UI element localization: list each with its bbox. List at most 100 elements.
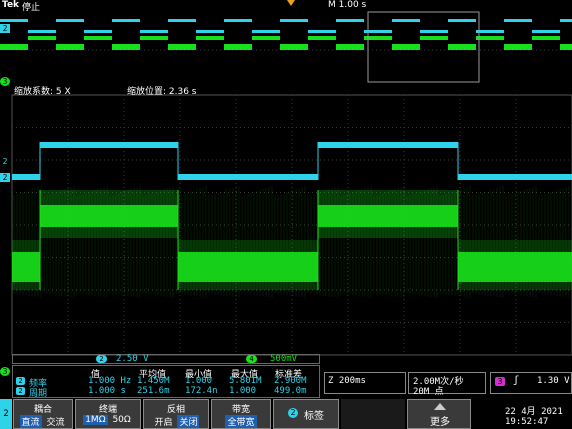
meas-row1-mean: 1.450M [137, 376, 170, 386]
time: 19:52:47 [505, 417, 549, 427]
ov-ch4-mid [196, 36, 224, 40]
meas-row2-min: 172.4n [185, 386, 218, 396]
ov-ch4-mid [308, 36, 336, 40]
ov-ch2-high [224, 19, 252, 22]
meas-row2-std: 499.0m [274, 386, 307, 396]
meas-row2-ch: 2 [16, 387, 25, 395]
zoom-time: Z 200ms [328, 376, 366, 386]
measurement-table[interactable]: 值 平均值 最小值 最大值 标准差 2 频率 1.000 Hz 1.450M 1… [12, 365, 320, 399]
ov-ch4-high [112, 44, 140, 50]
bottom-channel-tab[interactable]: 2 [0, 399, 12, 429]
ch2-overview-marker[interactable]: 2 [0, 24, 10, 33]
ov-ch4-high [280, 44, 308, 50]
horizontal-readout[interactable]: Z 200ms [324, 372, 406, 394]
acquisition-readout[interactable]: 2.00M次/秒 20M 点 [408, 372, 486, 397]
termination-title: 终端 [98, 405, 117, 415]
ov-ch2-low [420, 30, 448, 33]
coupling-ac[interactable]: 交流 [44, 415, 66, 428]
invert-off[interactable]: 关闭 [177, 415, 200, 428]
ov-ch4-mid [28, 36, 56, 40]
trigger-edge-icon: ʃ [513, 375, 520, 386]
channel-scale-bar: 2 2.50 V 4 500mV [12, 354, 320, 364]
meas-row1-max: 5.801M [229, 376, 262, 386]
ov-ch2-low [28, 30, 56, 33]
ov-ch2-high [560, 19, 572, 22]
ch2-segment [40, 142, 178, 148]
invert-button[interactable]: 反相 开启 关闭 [143, 399, 209, 429]
meas-row2-name: 周期 [29, 389, 48, 399]
ov-ch4-mid [476, 36, 504, 40]
ov-ch2-low [252, 30, 280, 33]
overview-ch2-trace [0, 19, 572, 33]
date: 22 4月 2021 [505, 407, 563, 417]
label-button[interactable]: 2 标签 [273, 399, 339, 429]
ov-ch2-low [476, 30, 504, 33]
termination-1mohm[interactable]: 1MΩ [83, 415, 108, 425]
ch2-scale: 2.50 V [116, 354, 149, 364]
bandwidth-button[interactable]: 带宽 全带宽 [211, 399, 271, 429]
invert-on[interactable]: 开启 [153, 415, 175, 428]
ov-ch2-high [280, 19, 308, 22]
termination-50ohm[interactable]: 50Ω [110, 415, 132, 425]
meas-row1-ch: 2 [16, 377, 25, 385]
label-ch-badge: 2 [288, 408, 298, 418]
termination-button[interactable]: 终端 1MΩ 50Ω [75, 399, 141, 429]
record-length: 20M 点 [413, 387, 444, 397]
trigger-ch-badge: 3 [495, 377, 505, 386]
bandwidth-value: 全带宽 [225, 415, 257, 428]
arrow-up-icon [434, 403, 446, 410]
meas-row2-value: 1.000 s [88, 386, 126, 396]
ov-ch2-low [140, 30, 168, 33]
coupling-title: 耦合 [33, 405, 52, 415]
trigger-level: 1.30 V [537, 376, 570, 386]
ov-ch2-high [336, 19, 364, 22]
ov-ch4-mid [532, 36, 560, 40]
ch2-segment [178, 174, 318, 180]
ov-ch2-high [504, 19, 532, 22]
zoom-factor: 缩放系数: 5 X [14, 87, 71, 97]
zoom-position: 缩放位置: 2.36 s [127, 87, 197, 97]
meas-row2-max: 1.000 [229, 386, 257, 396]
ch2-badge[interactable]: 2 [96, 355, 107, 363]
ch2-main-marker[interactable]: 2 [0, 157, 10, 166]
ov-ch2-low [196, 30, 224, 33]
ov-ch2-low [84, 30, 112, 33]
ov-ch4-high [0, 44, 28, 50]
ch2-segment [12, 174, 40, 180]
ch2-segment [458, 174, 572, 180]
more-button[interactable]: 更多 [407, 399, 471, 429]
ch4-noise-high [40, 190, 178, 238]
ov-ch4-mid [140, 36, 168, 40]
ov-ch4-high [336, 44, 364, 50]
ov-ch2-high [448, 19, 476, 22]
ov-ch4-high [56, 44, 84, 50]
trigger-readout[interactable]: 3 ʃ 1.30 V [490, 372, 572, 394]
ov-ch2-low [532, 30, 560, 33]
ch3-main-marker[interactable]: 3 [0, 367, 10, 376]
meas-row1-min: 1.000 [185, 376, 213, 386]
ov-ch2-low [308, 30, 336, 33]
ch2-segment [318, 142, 458, 148]
coupling-button[interactable]: 耦合 直流 交流 [13, 399, 73, 429]
ov-ch2-high [56, 19, 84, 22]
overview-ch4-trace [0, 36, 572, 50]
ov-ch4-mid [420, 36, 448, 40]
label-text: 标签 [304, 411, 324, 422]
ov-ch4-high [560, 44, 572, 50]
ov-ch4-high [168, 44, 196, 50]
ov-ch2-high [0, 19, 28, 22]
more-text: 更多 [430, 417, 450, 428]
ch4-badge[interactable]: 4 [246, 355, 257, 363]
ov-ch4-high [224, 44, 252, 50]
ch2-level-marker[interactable]: 2 [0, 173, 10, 182]
meas-row1-value: 1.000 Hz [88, 376, 132, 386]
ov-ch2-high [392, 19, 420, 22]
invert-title: 反相 [166, 405, 185, 415]
ov-ch4-high [504, 44, 532, 50]
ov-ch2-high [168, 19, 196, 22]
coupling-dc[interactable]: 直流 [19, 415, 42, 428]
ov-ch4-high [448, 44, 476, 50]
ov-ch2-high [112, 19, 140, 22]
ch3-overview-marker[interactable]: 3 [0, 77, 10, 86]
clock: 22 4月 2021 19:52:47 [505, 407, 563, 427]
